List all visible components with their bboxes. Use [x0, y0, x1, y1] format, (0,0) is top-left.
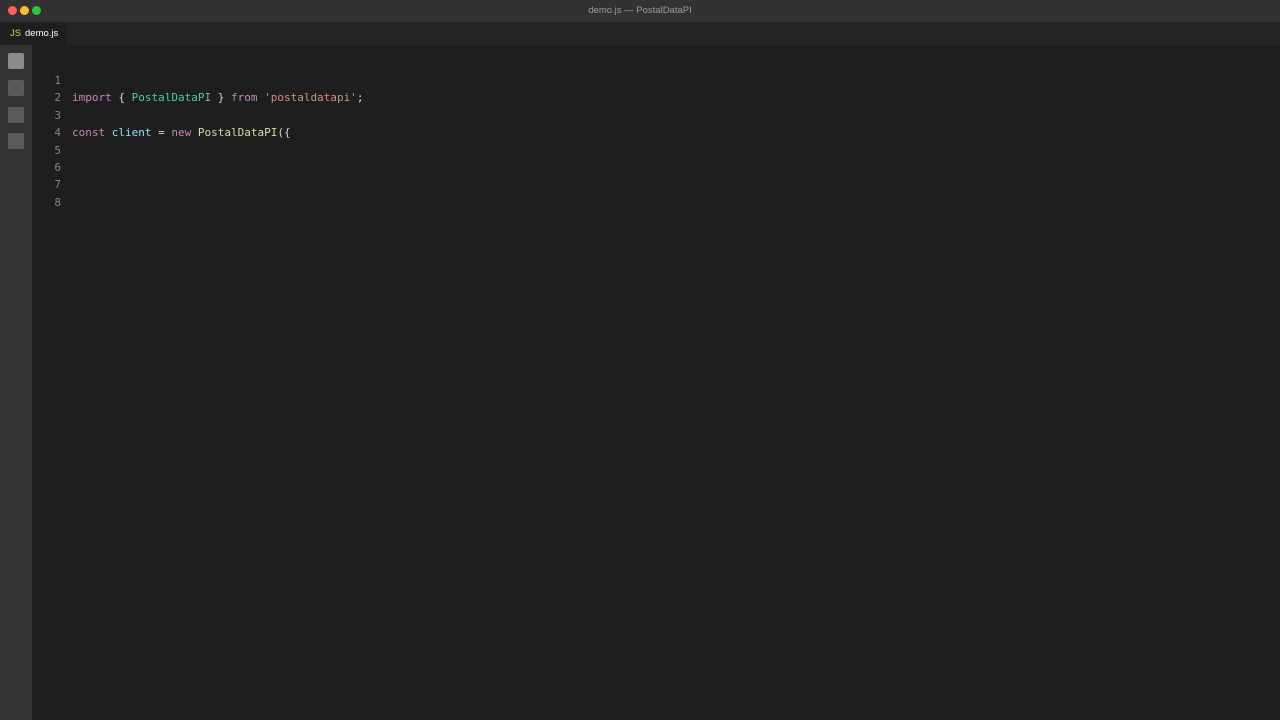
tab-label: demo.js	[25, 28, 59, 39]
code-editor[interactable]: 1 import { PostalDataPI } from 'postalda…	[32, 45, 1280, 720]
code-line-2[interactable]: 2	[32, 72, 1280, 104]
activity-bar	[0, 45, 32, 720]
editor-window: demo.js — PostalDataPI JS demo.js 1 impo…	[0, 0, 1280, 720]
window-title: demo.js — PostalDataPI	[588, 5, 692, 16]
tab-demo-js[interactable]: JS demo.js	[0, 22, 66, 45]
extensions-icon[interactable]	[8, 133, 24, 149]
code-line-5[interactable]: 5	[32, 125, 1280, 157]
code-line-4[interactable]: 4	[32, 107, 1280, 139]
code-line-6[interactable]: 6	[32, 142, 1280, 174]
code-line-3[interactable]: 3 const client = new PostalDataPI({	[32, 90, 1280, 139]
line-number: 8	[54, 196, 61, 209]
source-control-icon[interactable]	[8, 107, 24, 123]
tab-bar: JS demo.js	[0, 22, 1280, 45]
search-icon[interactable]	[8, 80, 24, 96]
code-line-7[interactable]: 7	[32, 159, 1280, 191]
code-line-1[interactable]: 1 import { PostalDataPI } from 'postalda…	[32, 55, 1280, 104]
title-bar: demo.js — PostalDataPI	[0, 0, 1280, 22]
javascript-file-icon: JS	[10, 28, 22, 39]
explorer-icon[interactable]	[8, 53, 24, 69]
code-line-8[interactable]: 8	[32, 177, 1280, 209]
